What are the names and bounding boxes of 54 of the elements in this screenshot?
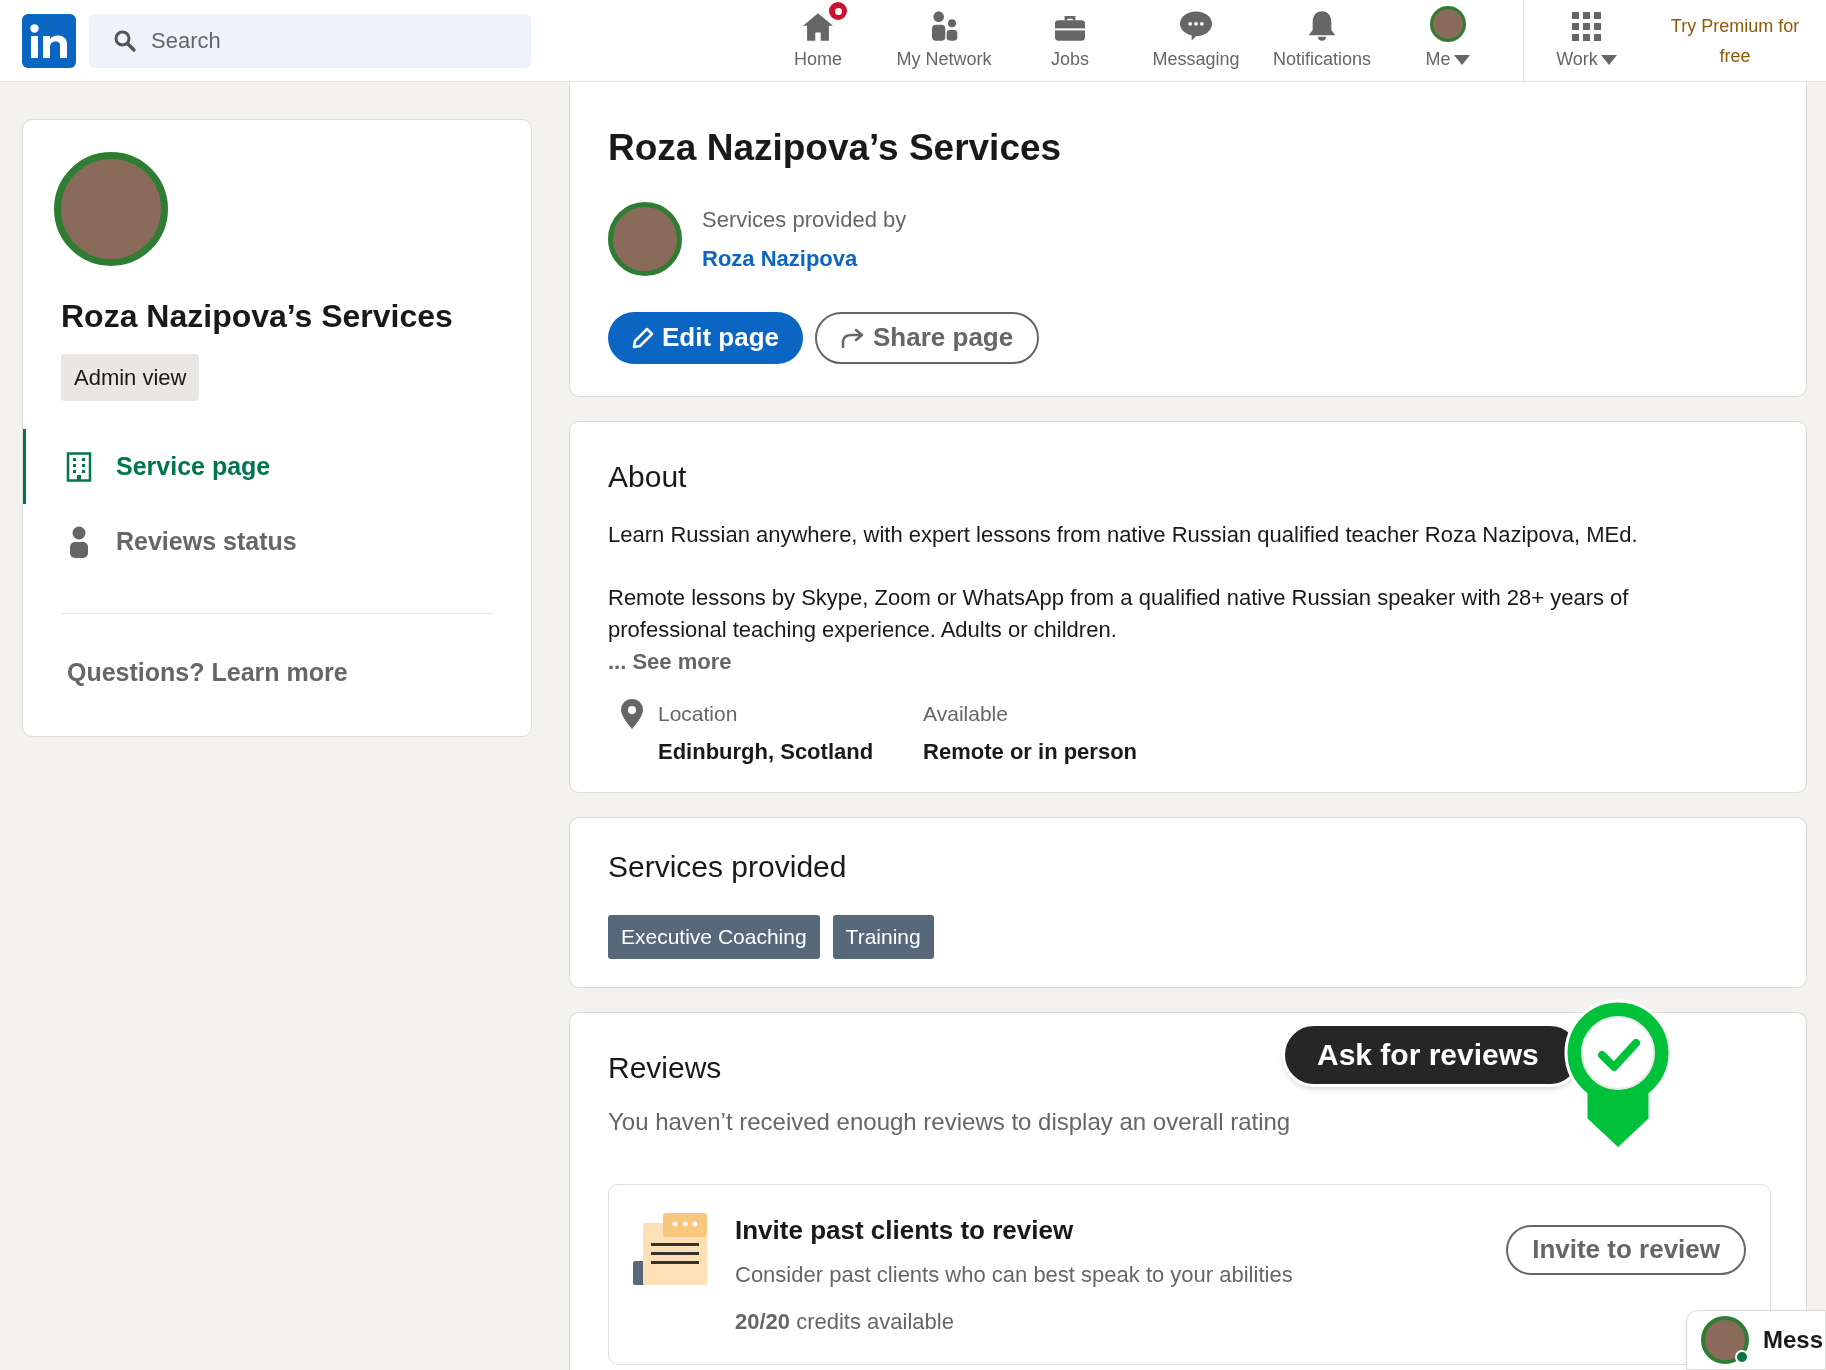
- detail-label: Location: [658, 700, 739, 727]
- nav-item[interactable]: Home: [755, 0, 881, 81]
- service-tag: Training: [832, 915, 934, 959]
- premium-link[interactable]: Try Premium for free: [1650, 0, 1820, 81]
- credits-text: 20/20 credits available: [735, 1307, 955, 1336]
- detail-value: Edinburgh, Scotland: [658, 738, 874, 766]
- nav-item[interactable]: Jobs: [1007, 0, 1133, 81]
- provider-link[interactable]: Roza Nazipova: [702, 241, 907, 275]
- share-page-button[interactable]: Share page: [815, 311, 1040, 364]
- location-pin-icon: [620, 697, 644, 730]
- service-tag: Executive Coaching: [608, 915, 820, 959]
- logo-mark-icon: [29, 22, 69, 59]
- person-icon: [68, 525, 90, 558]
- avatar: [1701, 1316, 1749, 1364]
- caret-icon: [1452, 53, 1471, 66]
- nav-item[interactable]: Messaging: [1133, 0, 1259, 81]
- section-heading: Services provided: [608, 849, 848, 885]
- sidebar-nav-item[interactable]: Reviews status: [23, 504, 531, 579]
- sidebar-title: Roza Nazipova’s Services: [61, 297, 454, 336]
- caret-icon: [1599, 53, 1618, 66]
- pencil-icon: [632, 326, 654, 349]
- detail-value: Remote or in person: [923, 738, 1138, 766]
- logo[interactable]: [22, 13, 76, 68]
- invite-to-review-button[interactable]: Invite to review: [1506, 1224, 1746, 1275]
- detail-label: Available: [923, 700, 1009, 727]
- admin-view-badge: Admin view: [61, 354, 200, 401]
- see-more-link[interactable]: ... See more: [608, 645, 732, 678]
- rating-note: You haven’t received enough reviews to display an overall rating: [608, 1106, 1292, 1137]
- search-field[interactable]: Search: [89, 13, 531, 68]
- section-heading: Reviews: [608, 1049, 722, 1086]
- about-paragraph: Remote lessons by Skype, Zoom or WhatsApp from a qualified native Russian speaker with 28+ years of professional teaching experience. Adults or children.: [608, 583, 1630, 644]
- help-link[interactable]: Questions? Learn more: [67, 654, 348, 692]
- nav-item[interactable]: Me: [1385, 0, 1511, 81]
- building-icon: [66, 451, 92, 482]
- invite-title: Invite past clients to review: [735, 1213, 1075, 1247]
- edit-page-button[interactable]: Edit page: [608, 311, 803, 364]
- work-menu[interactable]: Work: [1524, 0, 1650, 81]
- invite-description: Consider past clients who can best speak to your abilities: [735, 1260, 1293, 1289]
- section-heading: About: [608, 458, 688, 495]
- chat-bubble-icon: [1178, 10, 1214, 42]
- search-icon: [113, 28, 137, 53]
- avatar: [1430, 6, 1466, 42]
- nav-item[interactable]: Notifications: [1259, 0, 1385, 81]
- about-paragraph: Learn Russian anywhere, with expert lessons from native Russian qualified teacher Roza Nazipova, MEd.: [608, 520, 1639, 549]
- grid-icon: [1572, 12, 1602, 42]
- document-icon: [633, 1212, 709, 1285]
- share-arrow-icon: [841, 327, 865, 348]
- provided-by-label: Services provided by: [702, 205, 907, 234]
- page-title: Roza Nazipova’s Services: [608, 126, 1063, 170]
- messaging-tab[interactable]: Mess: [1686, 1310, 1826, 1370]
- nav-item[interactable]: My Network: [881, 0, 1007, 81]
- bell-icon: [1306, 10, 1338, 42]
- home-icon: [801, 12, 835, 42]
- sidebar-nav-item[interactable]: Service page: [23, 429, 531, 504]
